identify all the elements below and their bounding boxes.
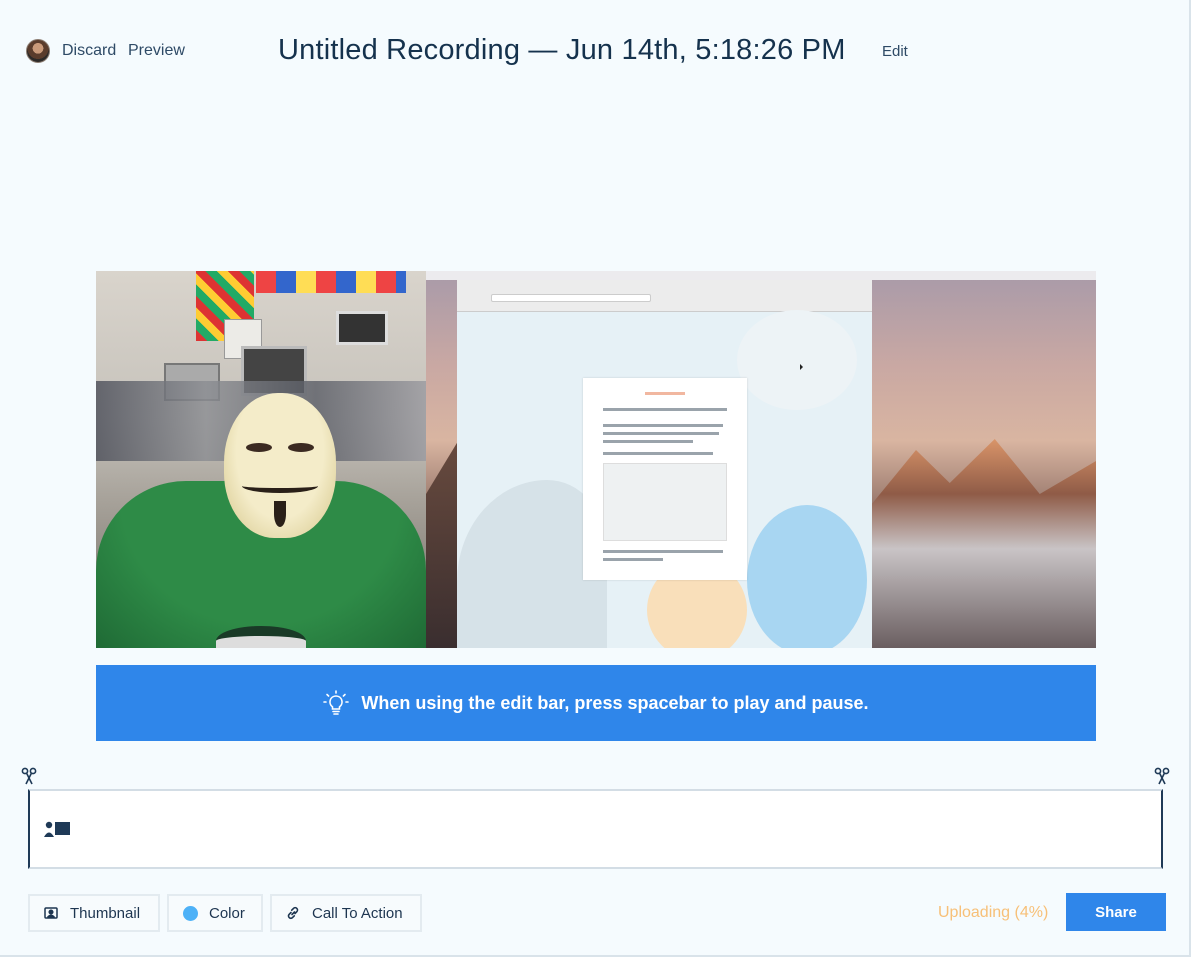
preview-button[interactable]: Preview [128, 42, 185, 60]
browser-window [457, 280, 872, 648]
tip-text: When using the edit bar, press spacebar … [361, 692, 869, 713]
mac-menu-bar [426, 271, 1096, 280]
color-dot-icon [181, 905, 199, 921]
call-to-action-label: Call To Action [312, 904, 403, 922]
screen-capture [426, 271, 1096, 648]
thumbnail-label: Thumbnail [70, 904, 141, 922]
color-label: Color [209, 904, 245, 922]
image-icon [42, 905, 60, 921]
link-icon [284, 905, 302, 921]
trim-start-scissors-icon[interactable] [21, 767, 37, 785]
discard-button[interactable]: Discard [62, 42, 116, 60]
welcome-card [583, 378, 747, 580]
camera-screen-icon [44, 820, 72, 838]
edit-timeline[interactable] [28, 789, 1163, 869]
lightbulb-icon [323, 690, 350, 716]
color-button[interactable]: Color [167, 894, 263, 932]
recording-title: Untitled Recording — Jun 14th, 5:18:26 P… [278, 34, 846, 66]
trim-end-scissors-icon[interactable] [1154, 767, 1170, 785]
share-button[interactable]: Share [1066, 893, 1166, 931]
tip-banner: When using the edit bar, press spacebar … [96, 665, 1096, 741]
call-to-action-button[interactable]: Call To Action [270, 894, 422, 932]
user-avatar[interactable] [26, 39, 50, 63]
thumbnail-button[interactable]: Thumbnail [28, 894, 160, 932]
edit-title-button[interactable]: Edit [882, 43, 908, 60]
video-preview[interactable] [96, 271, 1096, 648]
upload-status: Uploading (4%) [938, 904, 1049, 921]
webcam-feed [96, 271, 426, 648]
face-mask [224, 393, 336, 538]
